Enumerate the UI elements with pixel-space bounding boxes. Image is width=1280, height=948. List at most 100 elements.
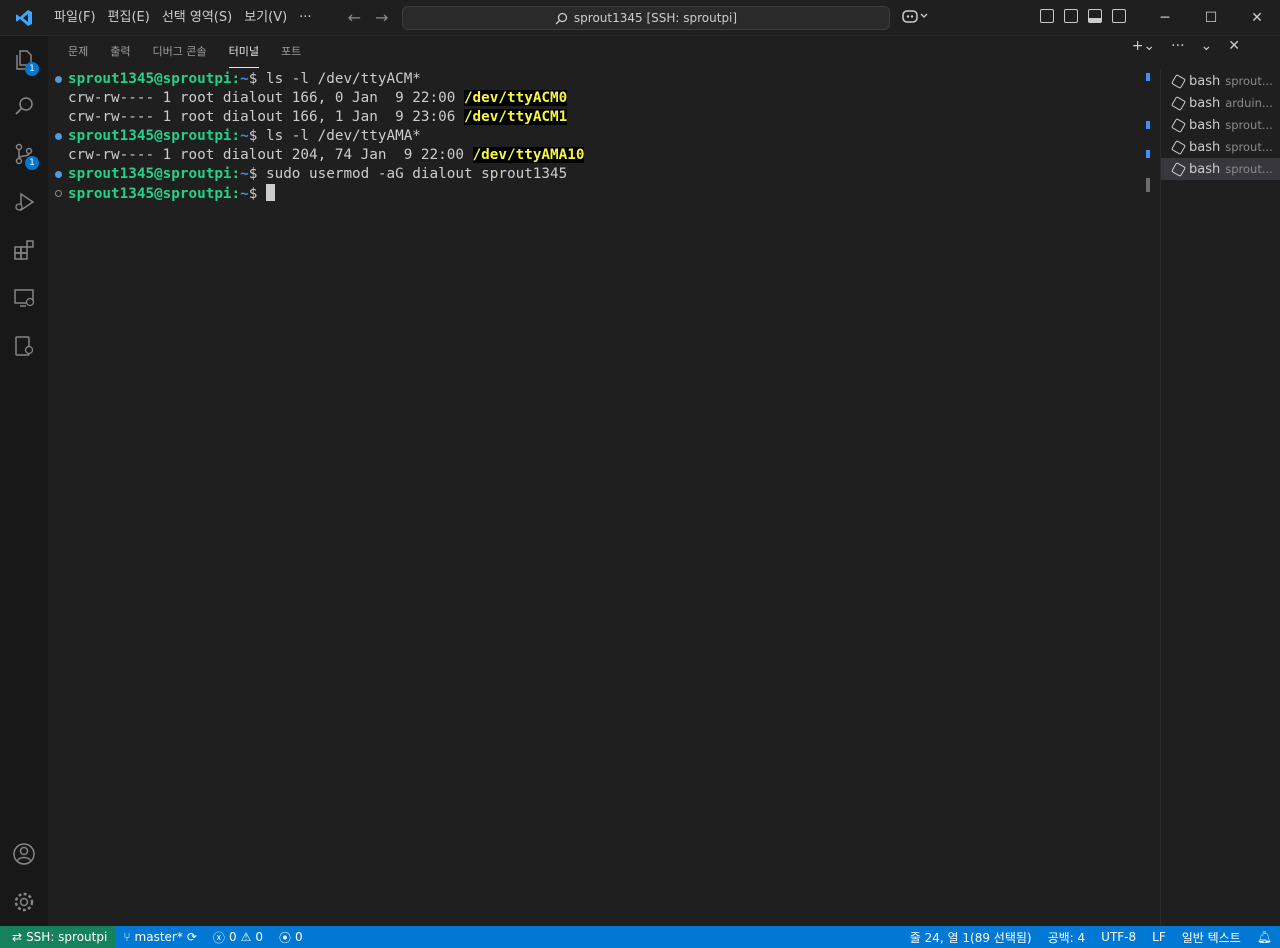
menu-bar: 파일(F) 편집(E) 선택 영역(S) 보기(V) ··· (48, 0, 318, 36)
terminal-line: sprout1345@sproutpi:~$ (52, 184, 1142, 203)
forward-arrow-icon[interactable]: → (375, 8, 388, 27)
output-text: crw-rw---- 1 root dialout 204, 74 Jan 9 … (68, 147, 473, 163)
encoding[interactable]: UTF-8 (1093, 930, 1144, 944)
prompt-colon: : (231, 166, 241, 182)
toggle-secondary-sidebar-icon[interactable] (1112, 9, 1126, 23)
menu-file[interactable]: 파일(F) (48, 0, 102, 36)
command-success-icon (55, 171, 62, 178)
source-control-icon[interactable]: 1 (0, 132, 48, 176)
command-center-search[interactable]: sprout1345 [SSH: sproutpi] (402, 6, 890, 30)
search-text: sprout1345 [SSH: sproutpi] (573, 11, 738, 25)
prompt-colon: : (231, 186, 241, 202)
command-text: $ sudo usermod -aG dialout sprout1345 (248, 166, 568, 182)
ports-indicator[interactable]: ⦿ 0 (271, 929, 311, 946)
scm-badge: 1 (25, 156, 39, 170)
command-success-icon (55, 76, 62, 83)
manage-gear-icon[interactable] (0, 880, 48, 924)
language-mode[interactable]: 일반 텍스트 (1174, 929, 1249, 946)
status-bar: ⇄ SSH: sproutpi ⑂ master* ⟳ ⓧ 0 ⚠ 0 ⦿ 0 … (0, 926, 1280, 948)
prompt-path: ~ (240, 71, 249, 87)
accounts-icon[interactable] (0, 832, 48, 876)
command-text: $ ls -l /dev/ttyAMA* (248, 128, 421, 144)
terminal-line: crw-rw---- 1 root dialout 166, 0 Jan 9 2… (52, 89, 1142, 108)
minimize-icon[interactable]: ─ (1142, 0, 1188, 36)
status-right: 줄 24, 열 1(89 선택됨) 공백: 4 UTF-8 LF 일반 텍스트 … (902, 926, 1280, 948)
sync-icon[interactable]: ⟳ (187, 930, 197, 944)
new-terminal-icon[interactable]: +⌄ (1132, 38, 1155, 54)
terminal-tab-item[interactable]: bash sprout... (1161, 70, 1280, 92)
device-path: /dev/ttyACM1 (463, 109, 568, 125)
menu-view[interactable]: 보기(V) (238, 0, 293, 36)
toggle-panel-icon[interactable] (1088, 9, 1102, 23)
explorer-badge: 1 (25, 62, 39, 76)
terminal-name: bash (1189, 117, 1221, 133)
terminal-desc: sprout... (1225, 118, 1273, 132)
terminal-tabs-list: bash sprout... bash arduin... bash sprout..… (1160, 70, 1280, 926)
activity-bar: 1 1 (0, 36, 48, 926)
indentation[interactable]: 공백: 4 (1040, 929, 1094, 946)
terminal-name: bash (1189, 139, 1221, 155)
prompt-colon: : (231, 71, 241, 87)
terminal-name: bash (1189, 73, 1221, 89)
cursor-position[interactable]: 줄 24, 열 1(89 선택됨) (902, 929, 1040, 946)
menu-edit[interactable]: 편집(E) (102, 0, 156, 36)
more-actions-icon[interactable]: ··· (1171, 38, 1184, 54)
tab-output[interactable]: 출력 (110, 36, 130, 68)
copilot-icon[interactable] (902, 8, 928, 28)
terminal-cube-icon (1170, 139, 1187, 155)
terminal-tab-item-active[interactable]: bash sprout... (1161, 158, 1280, 180)
notifications-bell-icon[interactable]: 🔔︎ (1249, 930, 1280, 944)
terminal-cursor (265, 184, 275, 201)
toggle-primary-sidebar-icon[interactable] (1064, 9, 1078, 23)
git-branch-icon: ⑂ (123, 930, 131, 944)
tab-problems[interactable]: 문제 (68, 36, 88, 68)
terminal-tab-item[interactable]: bash sprout... (1161, 114, 1280, 136)
terminal-name: bash (1189, 95, 1221, 111)
tab-terminal[interactable]: 터미널 (228, 36, 259, 68)
menu-more[interactable]: ··· (293, 0, 317, 36)
end-of-line[interactable]: LF (1144, 930, 1174, 944)
collapse-panel-icon[interactable]: ⌄ (1201, 38, 1213, 54)
close-panel-icon[interactable]: ✕ (1228, 38, 1240, 54)
terminal-desc: sprout... (1225, 74, 1273, 88)
window-controls: ─ ☐ ✕ (1142, 0, 1280, 36)
remote-explorer-icon[interactable] (0, 276, 48, 320)
search-view-icon[interactable] (0, 84, 48, 128)
remote-icon: ⇄ (12, 930, 23, 944)
ports-count: 0 (295, 930, 303, 944)
terminal-tab-item[interactable]: bash arduin... (1161, 92, 1280, 114)
maximize-icon[interactable]: ☐ (1188, 0, 1234, 36)
branch-indicator[interactable]: ⑂ master* ⟳ (115, 930, 205, 944)
container-tools-icon[interactable] (0, 324, 48, 368)
scroll-marker (1146, 150, 1150, 158)
terminal-desc: sprout... (1225, 140, 1273, 154)
customize-layout-icon[interactable] (1040, 9, 1054, 23)
run-debug-icon[interactable] (0, 180, 48, 224)
tab-debug-console[interactable]: 디버그 콘솔 (153, 36, 207, 68)
terminal-output[interactable]: sprout1345@sproutpi:~$ ls -l /dev/ttyACM… (52, 70, 1142, 920)
terminal-cube-icon (1170, 117, 1187, 133)
vscode-logo-icon (0, 0, 48, 36)
scroll-marker (1146, 73, 1150, 81)
terminal-scrollbar[interactable] (1146, 70, 1151, 930)
menu-selection[interactable]: 선택 영역(S) (156, 0, 238, 36)
terminal-desc: arduin... (1225, 96, 1273, 110)
prompt-path: ~ (240, 128, 249, 144)
terminal-line: crw-rw---- 1 root dialout 204, 74 Jan 9 … (52, 146, 1142, 165)
device-path: /dev/ttyACM0 (463, 90, 568, 106)
terminal-tab-item[interactable]: bash sprout... (1161, 136, 1280, 158)
terminal-line: crw-rw---- 1 root dialout 166, 1 Jan 9 2… (52, 108, 1142, 127)
explorer-icon[interactable]: 1 (0, 38, 48, 82)
remote-indicator[interactable]: ⇄ SSH: sproutpi (0, 926, 116, 948)
scroll-thumb[interactable] (1146, 178, 1150, 192)
back-arrow-icon[interactable]: ← (348, 8, 361, 27)
tab-ports[interactable]: 포트 (281, 36, 301, 68)
terminal-line: sprout1345@sproutpi:~$ sudo usermod -aG … (52, 165, 1142, 184)
prompt-user: sprout1345@sproutpi (68, 186, 232, 202)
terminal-line: sprout1345@sproutpi:~$ ls -l /dev/ttyACM… (52, 70, 1142, 89)
extensions-icon[interactable] (0, 228, 48, 272)
problems-indicator[interactable]: ⓧ 0 ⚠ 0 (205, 929, 271, 946)
close-icon[interactable]: ✕ (1234, 0, 1280, 36)
prompt-path: ~ (240, 166, 249, 182)
broadcast-icon: ⦿ (278, 930, 291, 945)
